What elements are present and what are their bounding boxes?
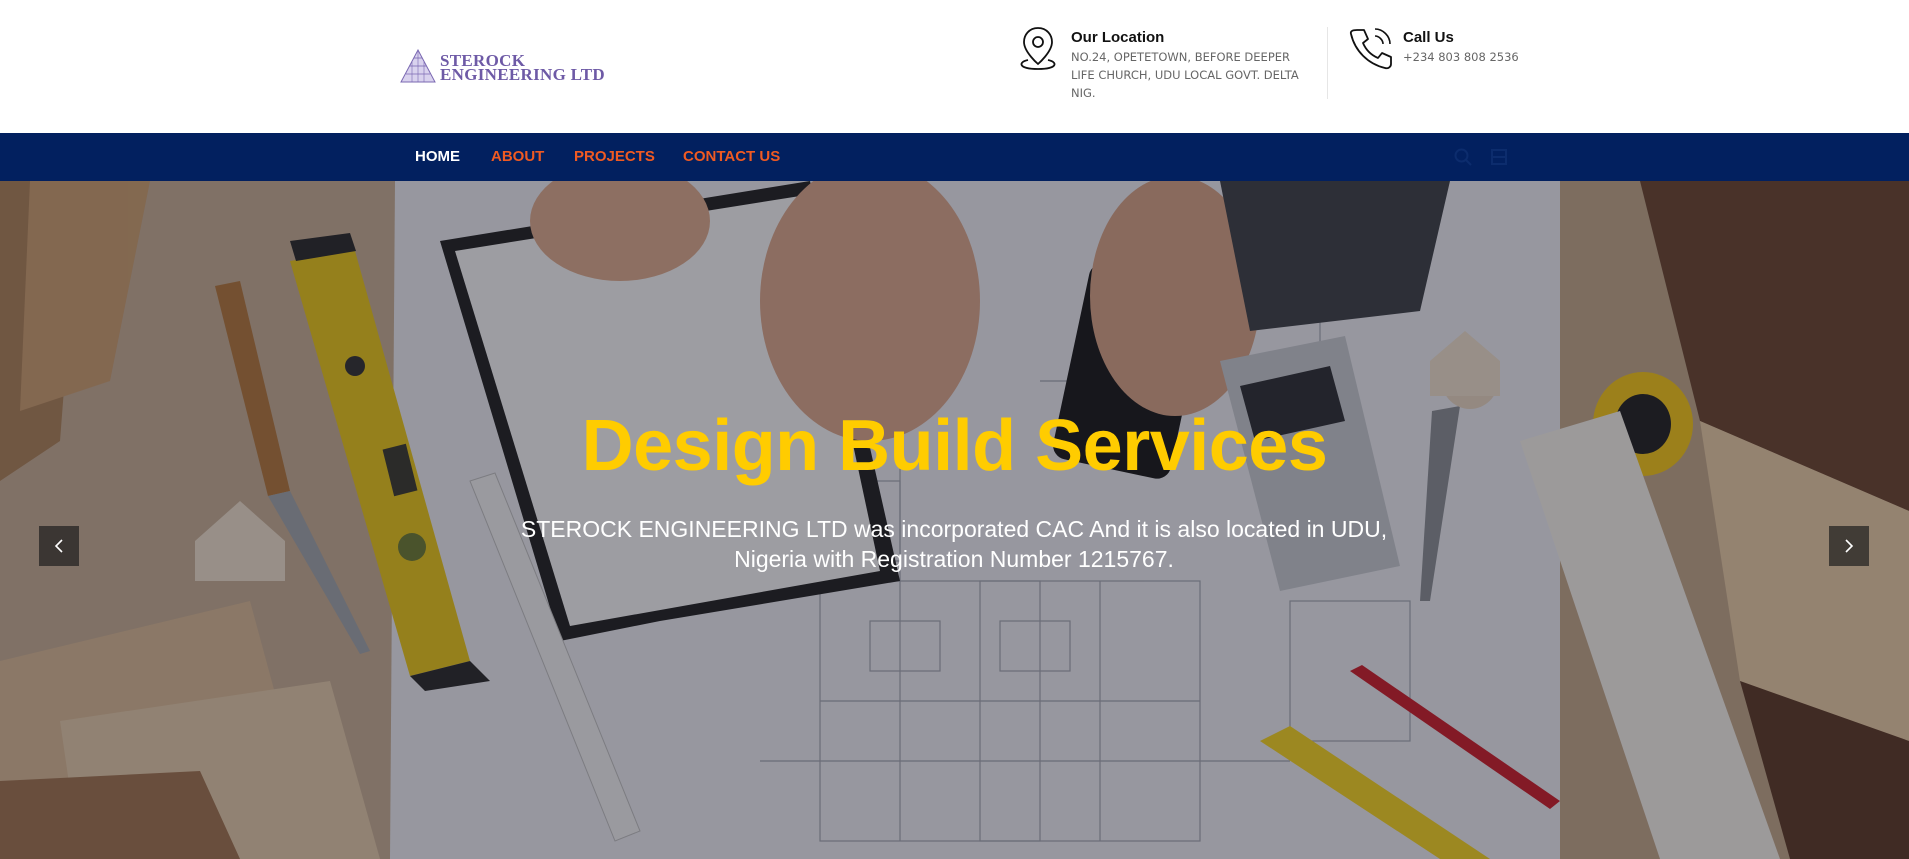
- hero-slider: Design Build Services STEROCK ENGINEERIN…: [0, 181, 1909, 859]
- hero-title: Design Build Services: [581, 406, 1328, 486]
- location-title: Our Location: [1071, 29, 1165, 46]
- chevron-left-icon: [54, 539, 63, 553]
- menu-icon[interactable]: [1489, 147, 1509, 167]
- call-phone[interactable]: +234 803 808 2536: [1403, 48, 1519, 66]
- location-info: Our Location NO.24, OPETETOWN, BEFORE DE…: [1014, 24, 1314, 104]
- nav-projects[interactable]: PROJECTS: [574, 148, 655, 165]
- nav-about[interactable]: ABOUT: [491, 148, 544, 165]
- call-title: Call Us: [1403, 29, 1454, 46]
- main-nav: HOME ABOUT PROJECTS CONTACT US: [0, 133, 1909, 181]
- site-header: STEROCK ENGINEERING LTD Our Location NO.…: [0, 0, 1909, 133]
- map-pin-icon: [1020, 27, 1056, 70]
- chevron-right-icon: [1845, 539, 1854, 553]
- company-logo[interactable]: STEROCK ENGINEERING LTD: [400, 47, 630, 85]
- hero-description: STEROCK ENGINEERING LTD was incorporated…: [520, 516, 1388, 572]
- logo-text-line2: ENGINEERING LTD: [440, 65, 605, 84]
- phone-icon: [1349, 28, 1392, 70]
- slider-prev-button[interactable]: [39, 526, 79, 566]
- header-divider: [1327, 27, 1328, 99]
- nav-home[interactable]: HOME: [415, 148, 460, 165]
- call-info: Call Us +234 803 808 2536: [1347, 24, 1547, 84]
- logo-pyramid-icon: [400, 49, 436, 83]
- nav-contact-us[interactable]: CONTACT US: [683, 148, 780, 165]
- slider-next-button[interactable]: [1829, 526, 1869, 566]
- location-address: NO.24, OPETETOWN, BEFORE DEEPER LIFE CHU…: [1071, 50, 1299, 100]
- search-icon[interactable]: [1453, 147, 1473, 167]
